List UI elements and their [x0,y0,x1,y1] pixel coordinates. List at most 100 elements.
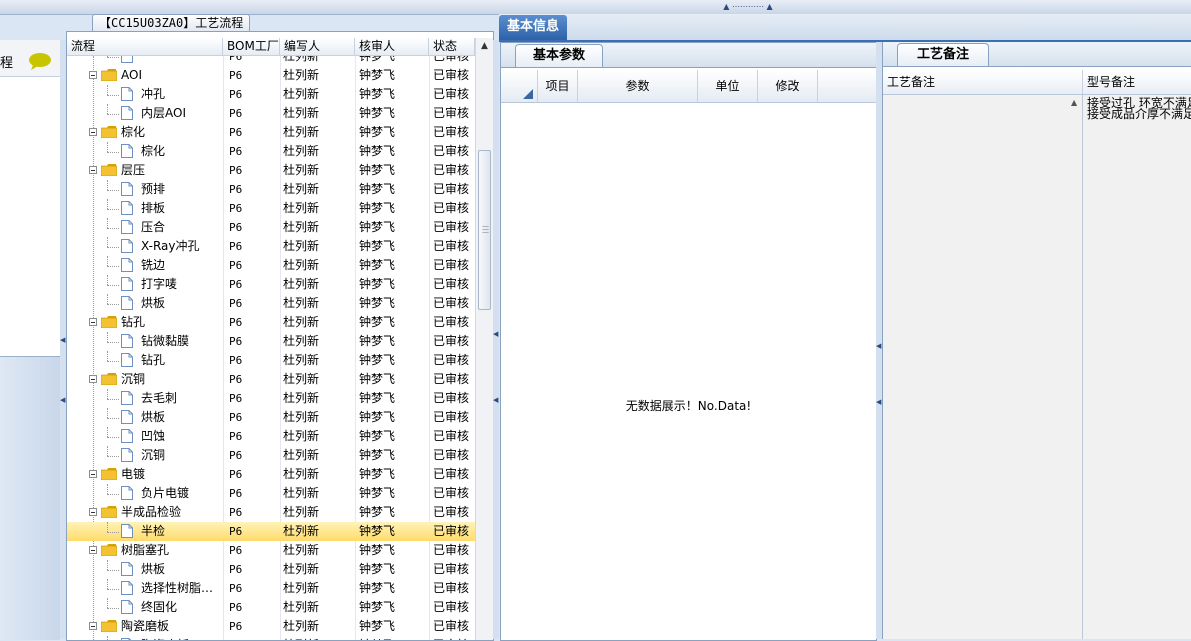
tree-group-row[interactable]: 半成品检验 P6 杜列新 钟梦飞 已审核 [67,503,475,522]
tree-group-row[interactable]: 电镀 P6 杜列新 钟梦飞 已审核 [67,465,475,484]
reviewer-cell: 钟梦飞 [359,163,396,177]
column-header-modify[interactable]: 修改 [758,70,818,102]
tree-step-row[interactable]: 铣边 P6 杜列新 钟梦飞 已审核 [67,256,475,275]
collapse-toggle-icon[interactable] [89,166,97,174]
tree-group-row[interactable]: 陶瓷磨板 P6 杜列新 钟梦飞 已审核 [67,617,475,636]
tree-step-row[interactable]: 钻微黏膜 P6 杜列新 钟梦飞 已审核 [67,332,475,351]
middle-splitter[interactable]: ◀ ◀ [493,40,499,639]
tree-step-row[interactable]: P6 杜列新 钟梦飞 已审核 [67,56,475,66]
reviewer-cell: 钟梦飞 [359,391,396,405]
writer-cell: 杜列新 [283,68,320,82]
tree-group-row[interactable]: 树脂塞孔 P6 杜列新 钟梦飞 已审核 [67,541,475,560]
tree-node-label: 内层AOI [141,106,186,120]
column-header-process-note[interactable]: 工艺备注 [883,70,1083,94]
tree-group-row[interactable]: 棕化 P6 杜列新 钟梦飞 已审核 [67,123,475,142]
tree-step-row[interactable]: 烘板 P6 杜列新 钟梦飞 已审核 [67,408,475,427]
document-icon [121,182,133,196]
tree-step-row[interactable]: 烘板 P6 杜列新 钟梦飞 已审核 [67,294,475,313]
status-cell: 已审核 [433,562,470,576]
status-cell: 已审核 [433,87,470,101]
tree-step-row[interactable]: 半检 P6 杜列新 钟梦飞 已审核 [67,522,475,541]
tree-guide-line [107,218,108,228]
document-icon [121,410,133,424]
column-header-status[interactable]: 状态 [429,38,475,55]
tree-group-row[interactable]: 层压 P6 杜列新 钟梦飞 已审核 [67,161,475,180]
document-icon [121,56,133,63]
chat-bubble-icon[interactable] [28,52,52,70]
reviewer-cell: 钟梦飞 [359,220,396,234]
tree-group-row[interactable]: 钻孔 P6 杜列新 钟梦飞 已审核 [67,313,475,332]
collapse-toggle-icon[interactable] [89,470,97,478]
bom-cell: P6 [229,335,243,348]
tree-step-row[interactable]: 沉铜 P6 杜列新 钟梦飞 已审核 [67,446,475,465]
reviewer-cell: 钟梦飞 [359,277,396,291]
collapse-toggle-icon[interactable] [89,546,97,554]
status-cell: 已审核 [433,448,470,462]
collapse-toggle-icon[interactable] [89,128,97,136]
reviewer-cell: 钟梦飞 [359,296,396,310]
tree-step-row[interactable]: 选择性树脂… P6 杜列新 钟梦飞 已审核 [67,579,475,598]
reviewer-cell: 钟梦飞 [359,182,396,196]
column-header-writer[interactable]: 编写人 [280,38,355,55]
no-data-message: 无数据展示！No.Data! [625,399,752,413]
model-note-textarea[interactable]: 接受过孔 环宽不满足 接受成品介厚不满足 [1083,95,1191,639]
writer-cell: 杜列新 [283,277,320,291]
column-header-bom[interactable]: BOM工厂 [223,38,280,55]
tree-guide-line [107,361,119,362]
tree-step-row[interactable]: 陶瓷磨板 P6 杜列新 钟梦飞已审核 [67,636,475,640]
folder-icon [101,373,117,385]
column-header-reviewer[interactable]: 核审人 [355,38,429,55]
document-icon [121,220,133,234]
tree-step-row[interactable]: 棕化 P6 杜列新 钟梦飞 已审核 [67,142,475,161]
writer-cell: 杜列新 [283,258,320,272]
tree-step-row[interactable]: 终固化 P6 杜列新 钟梦飞 已审核 [67,598,475,617]
tree-scrollbar[interactable]: ▲ — — — [475,38,493,640]
tree-step-row[interactable]: 打字唛 P6 杜列新 钟梦飞 已审核 [67,275,475,294]
tree-step-row[interactable]: 排板 P6 杜列新 钟梦飞 已审核 [67,199,475,218]
tree-group-row[interactable]: AOI P6 杜列新 钟梦飞 已审核 [67,66,475,85]
tree-guide-line [107,85,108,95]
tree-step-row[interactable]: 压合 P6 杜列新 钟梦飞 已审核 [67,218,475,237]
column-header-model-note[interactable]: 型号备注 [1083,70,1191,94]
tree-node-label: 半检 [141,524,166,538]
tree-step-row[interactable]: 负片电镀 P6 杜列新 钟梦飞 已审核 [67,484,475,503]
collapse-toggle-icon[interactable] [89,71,97,79]
status-cell: 已审核 [433,524,470,538]
tree-step-row[interactable]: X-Ray冲孔 P6 杜列新 钟梦飞 已审核 [67,237,475,256]
scroll-up-arrow-icon[interactable]: ▲ [1071,98,1077,107]
bom-cell: P6 [229,56,243,63]
scroll-thumb[interactable]: — — — [478,150,491,310]
collapse-toggle-icon[interactable] [89,622,97,630]
folder-icon [101,316,117,328]
tree-step-row[interactable]: 烘板 P6 杜列新 钟梦飞 已审核 [67,560,475,579]
collapse-toggle-icon[interactable] [89,318,97,326]
collapse-toggle-icon[interactable] [89,375,97,383]
collapse-grip-icon[interactable]: ▲ ⋯⋯⋯⋯ ▲ [716,3,780,11]
left-panel-header: 程 [0,40,60,77]
tree-step-row[interactable]: 内层AOI P6 杜列新 钟梦飞 已审核 [67,104,475,123]
tree-guide-line [107,399,119,400]
column-header-flow[interactable]: 流程 [67,38,223,55]
tab-basic-params[interactable]: 基本参数 [515,44,603,67]
collapse-toggle-icon[interactable] [89,508,97,516]
model-note-line: 接受成品介厚不满足 [1087,107,1191,121]
tab-basic-info[interactable]: 基本信息 [499,15,567,40]
writer-cell: 杜列新 [283,429,320,443]
writer-cell: 杜列新 [283,448,320,462]
tab-process-notes[interactable]: 工艺备注 [897,43,989,66]
tree-step-row[interactable]: 去毛刺 P6 杜列新 钟梦飞 已审核 [67,389,475,408]
column-header-item[interactable]: 项目 [538,70,578,102]
column-header-unit[interactable]: 单位 [698,70,758,102]
tree-step-row[interactable]: 钻孔 P6 杜列新 钟梦飞 已审核 [67,351,475,370]
column-header-param[interactable]: 参数 [578,70,698,102]
writer-cell: 杜列新 [283,486,320,500]
scroll-up-arrow-icon[interactable]: ▲ [476,38,493,55]
tree-step-row[interactable]: 预排 P6 杜列新 钟梦飞 已审核 [67,180,475,199]
tree-step-row[interactable]: 冲孔 P6 杜列新 钟梦飞 已审核 [67,85,475,104]
tree-guide-line [107,57,119,58]
tree-group-row[interactable]: 沉铜 P6 杜列新 钟梦飞 已审核 [67,370,475,389]
process-note-textarea[interactable] [883,95,1083,639]
tree-step-row[interactable]: 凹蚀 P6 杜列新 钟梦飞 已审核 [67,427,475,446]
tree-node-label: 烘板 [141,410,166,424]
reviewer-cell: 钟梦飞 [359,106,396,120]
